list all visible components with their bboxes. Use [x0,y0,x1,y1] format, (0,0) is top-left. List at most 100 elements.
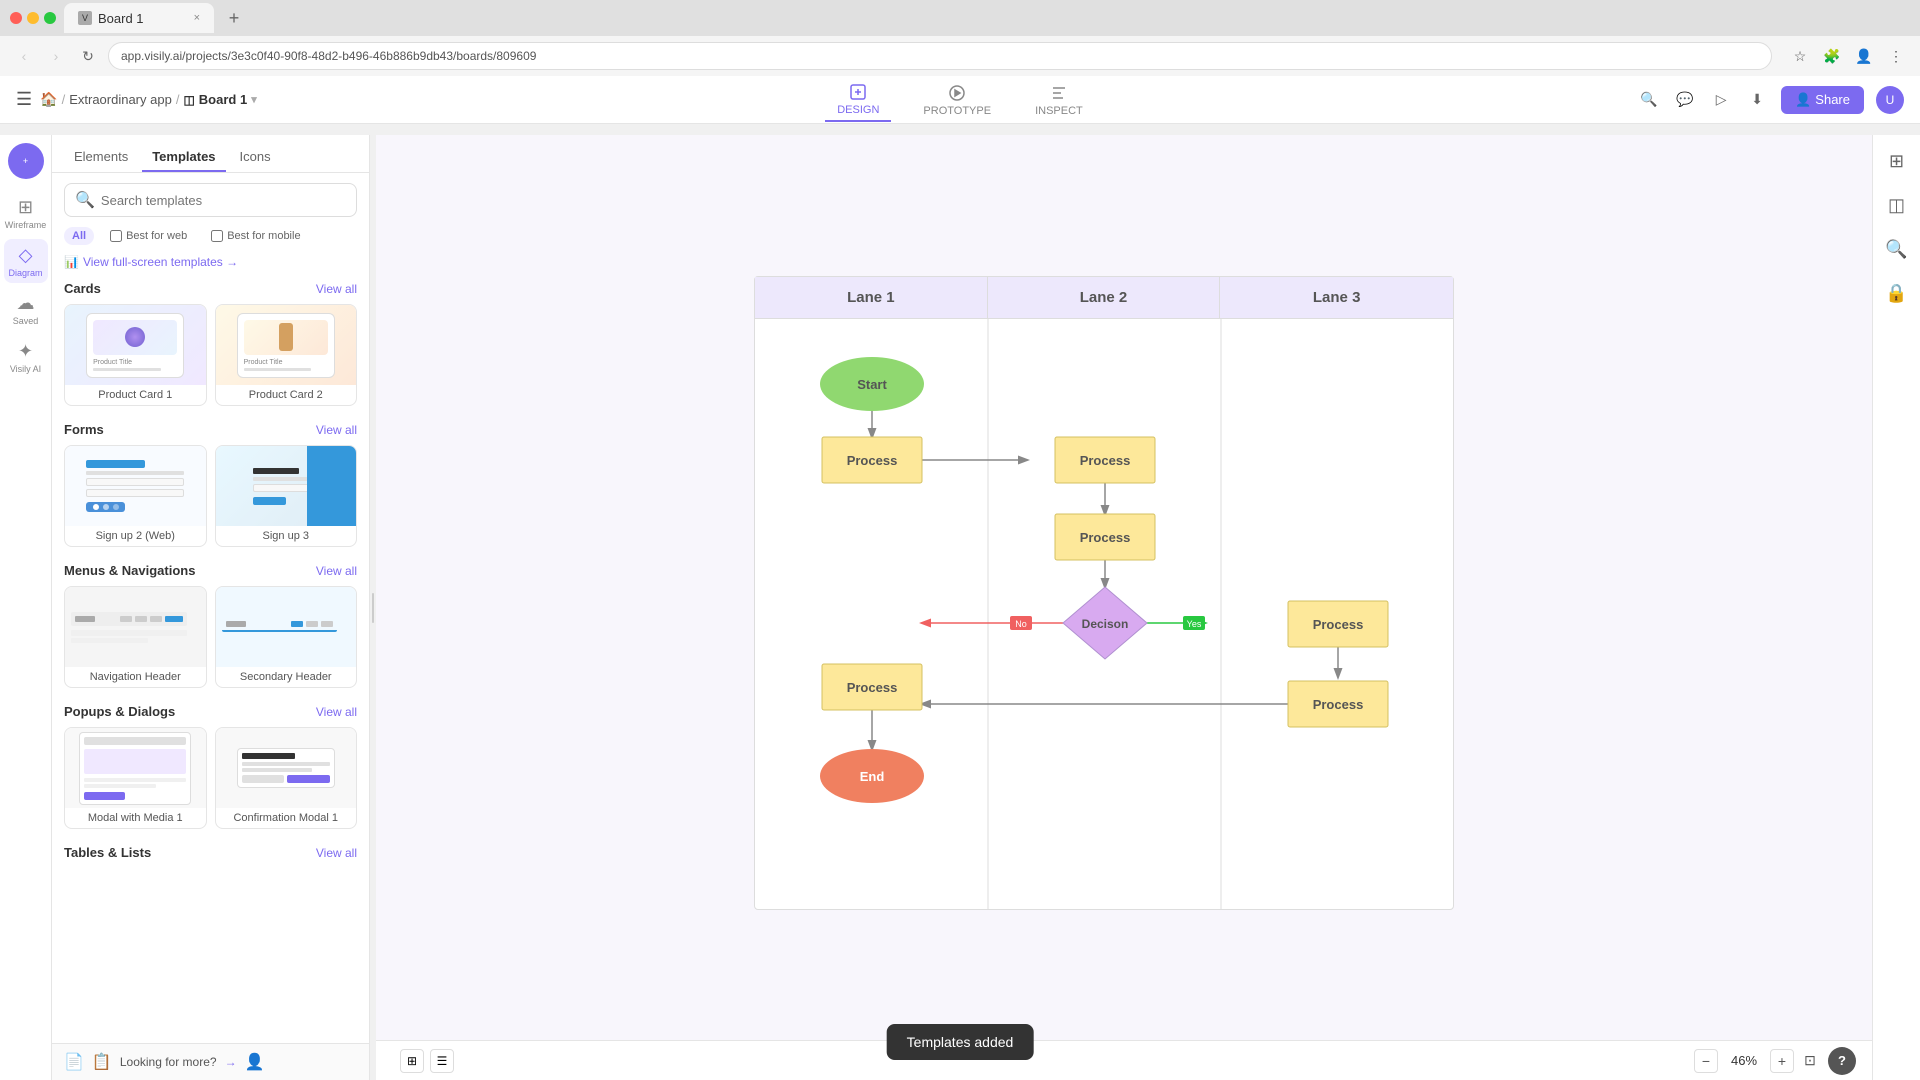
share-button[interactable]: 👤 Share [1781,86,1864,114]
template-product-card-1[interactable]: Product Title Product Card 1 [64,304,207,406]
help-button[interactable]: ? [1828,1047,1856,1075]
tab-templates[interactable]: Templates [142,143,225,172]
section-cards-header: Cards View all [64,281,357,296]
export-btn[interactable]: ⬇ [1745,88,1769,112]
home-icon[interactable]: 🏠 [40,91,57,108]
template-nav-header[interactable]: Navigation Header [64,586,207,688]
lane-2-header: Lane 2 [988,277,1221,318]
zoom-out-btn[interactable]: − [1694,1049,1718,1073]
looking-more-icon3: 👤 [245,1052,265,1072]
add-button[interactable]: + [8,143,44,179]
list-view-btn[interactable]: ☰ [430,1049,454,1073]
url-input[interactable]: app.visily.ai/projects/3e3c0f40-90f8-48d… [108,42,1772,70]
toolbar-center: DESIGN PROTOTYPE INSPECT [825,78,1095,122]
menus-view-all[interactable]: View all [316,564,357,578]
tables-view-all[interactable]: View all [316,846,357,860]
template-confirm-modal-1[interactable]: Confirmation Modal 1 [215,727,358,829]
tab-prototype[interactable]: PROTOTYPE [911,79,1003,121]
breadcrumb: 🏠 / Extraordinary app / ◫ Board 1 ▾ [40,91,257,108]
panel-tabs: Elements Templates Icons [52,135,369,173]
section-forms-title: Forms [64,422,104,437]
view-fullscreen-link[interactable]: 📊 View full-screen templates → [64,255,357,269]
search-input[interactable] [101,193,346,208]
back-button[interactable]: ‹ [12,44,36,68]
filter-row: All Best for web Best for mobile [64,227,357,245]
section-menus-header: Menus & Navigations View all [64,563,357,578]
canvas-area[interactable]: Lane 1 Lane 2 Lane 3 [376,135,1872,1080]
popups-view-all[interactable]: View all [316,705,357,719]
forms-view-all[interactable]: View all [316,423,357,437]
tab-design[interactable]: DESIGN [825,78,891,122]
svg-text:Process: Process [1313,697,1364,712]
zoom-in-btn[interactable]: + [1770,1049,1794,1073]
product-card-2-thumb: Product Title [216,305,357,385]
tab-elements[interactable]: Elements [64,143,138,172]
tab-inspect[interactable]: INSPECT [1023,79,1095,121]
forms-grid: Sign up 2 (Web) [64,445,357,547]
window-controls [10,12,56,24]
zoom-level: 46% [1724,1053,1764,1068]
product-card-2-label: Product Card 2 [216,385,357,405]
maximize-window-btn[interactable] [44,12,56,24]
panel-bottom-bar: 📄 📋 Looking for more? → 👤 [52,1043,369,1080]
app-toolbar: ☰ 🏠 / Extraordinary app / ◫ Board 1 ▾ DE… [0,76,1920,124]
new-tab-button[interactable]: + [222,6,246,30]
right-settings-btn[interactable]: ⊞ [1879,143,1915,179]
sidebar-item-diagram[interactable]: ◇ Diagram [4,239,48,283]
template-secondary-header[interactable]: Secondary Header [215,586,358,688]
filter-best-web[interactable]: Best for web [102,227,195,245]
forward-button[interactable]: › [44,44,68,68]
template-signup-web[interactable]: Sign up 2 (Web) [64,445,207,547]
filter-best-mobile[interactable]: Best for mobile [203,227,308,245]
signup-web-label: Sign up 2 (Web) [65,526,206,546]
bookmark-btn[interactable]: ☆ [1788,44,1812,68]
wireframe-icon: ⊞ [18,197,33,218]
template-signup-3[interactable]: Sign up 3 [215,445,358,547]
close-window-btn[interactable] [10,12,22,24]
product-card-1-thumb: Product Title [65,305,206,385]
template-modal-media-1[interactable]: Modal with Media 1 [64,727,207,829]
svg-text:Process: Process [1080,453,1131,468]
fit-screen-btn[interactable]: ⊡ [1800,1051,1820,1071]
reload-button[interactable]: ↻ [76,44,100,68]
svg-text:Process: Process [847,453,898,468]
menu-btn[interactable]: ⋮ [1884,44,1908,68]
hamburger-menu[interactable]: ☰ [16,89,32,110]
svg-text:No: No [1015,619,1027,629]
share-icon: 👤 [1795,92,1811,108]
extension-btn[interactable]: 🧩 [1820,44,1844,68]
popups-grid: Modal with Media 1 [64,727,357,829]
sidebar-item-visily-ai[interactable]: ✦ Visily AI [4,335,48,379]
tab-close-button[interactable]: × [194,12,200,24]
right-search-btn[interactable]: 🔍 [1879,231,1915,267]
modal-media-1-thumb [65,728,206,808]
tab-icons[interactable]: Icons [230,143,281,172]
looking-for-more-icon2: 📋 [92,1052,112,1072]
filter-all[interactable]: All [64,227,94,245]
grid-view-btn[interactable]: ⊞ [400,1049,424,1073]
svg-text:Process: Process [1080,530,1131,545]
filter-mobile-checkbox[interactable] [211,230,223,242]
looking-for-more-icon: 📄 [64,1052,84,1072]
search-toolbar-btn[interactable]: 🔍 [1637,88,1661,112]
right-lock-btn[interactable]: 🔒 [1879,275,1915,311]
template-product-card-2[interactable]: Product Title Product Card 2 [215,304,358,406]
right-layers-btn[interactable]: ◫ [1879,187,1915,223]
comment-btn[interactable]: 💬 [1673,88,1697,112]
minimize-window-btn[interactable] [27,12,39,24]
tab-title: Board 1 [98,11,144,26]
profile-btn[interactable]: 👤 [1852,44,1876,68]
active-tab[interactable]: V Board 1 × [64,3,214,33]
breadcrumb-app[interactable]: Extraordinary app [69,92,172,107]
search-box[interactable]: 🔍 [64,183,357,217]
cards-view-all[interactable]: View all [316,282,357,296]
search-icon: 🔍 [75,190,95,210]
filter-web-checkbox[interactable] [110,230,122,242]
confirm-modal-1-thumb [216,728,357,808]
sidebar-item-wireframe[interactable]: ⊞ Wireframe [4,191,48,235]
sidebar-item-saved[interactable]: ☁ Saved [4,287,48,331]
play-btn[interactable]: ▷ [1709,88,1733,112]
user-avatar[interactable]: U [1876,86,1904,114]
diagram-svg: Start Process Process Process Decison [755,319,1455,909]
chevron-down-icon[interactable]: ▾ [251,93,257,106]
